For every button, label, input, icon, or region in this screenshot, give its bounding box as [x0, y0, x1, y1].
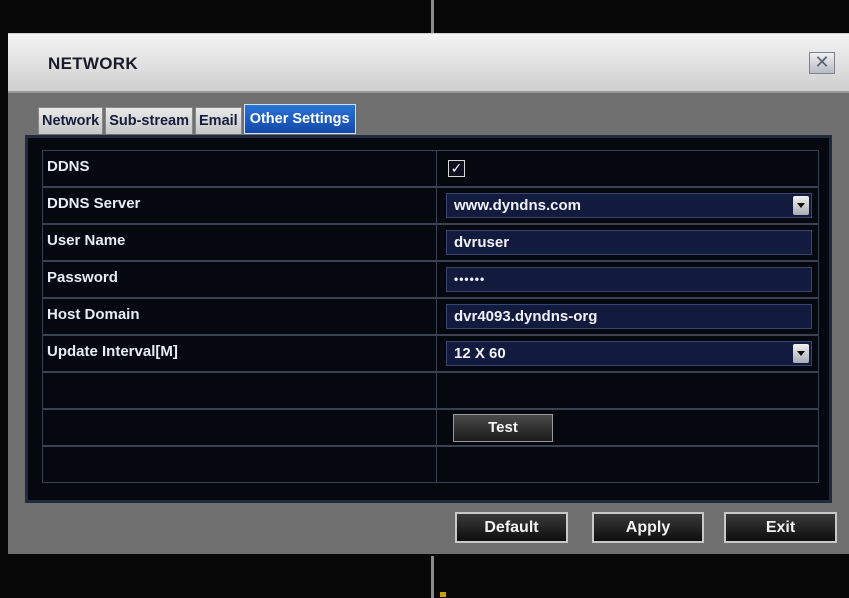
- close-x-icon: ✕: [814, 52, 830, 72]
- column-divider: [436, 262, 437, 297]
- indicator-dot: [440, 592, 446, 597]
- ddns-label: DDNS: [47, 158, 90, 175]
- dialog-title: NETWORK: [48, 54, 138, 73]
- tab-sub-stream[interactable]: Sub-stream: [105, 107, 193, 134]
- settings-row-ddns: DDNS ✓: [42, 150, 819, 187]
- update-interval-value: 12 X 60: [454, 345, 506, 362]
- settings-row-password: Password ••••••: [42, 261, 819, 298]
- column-divider: [436, 299, 437, 334]
- dvr-screen: NETWORK ✕ Network Sub-stream Email Other…: [0, 0, 849, 598]
- ddns-server-value: www.dyndns.com: [454, 197, 581, 214]
- update-interval-select[interactable]: 12 X 60: [446, 341, 812, 366]
- column-divider: [436, 447, 437, 482]
- column-divider: [436, 188, 437, 223]
- column-divider: [436, 373, 437, 408]
- video-split-line-top: [431, 0, 434, 34]
- ddns-checkbox[interactable]: ✓: [448, 160, 465, 177]
- user-name-label: User Name: [47, 232, 126, 249]
- ddns-server-select[interactable]: www.dyndns.com: [446, 193, 812, 218]
- column-divider: [436, 410, 437, 445]
- close-button[interactable]: ✕: [809, 52, 835, 74]
- host-domain-label: Host Domain: [47, 306, 140, 323]
- dropdown-arrow-icon[interactable]: [793, 196, 809, 215]
- password-input[interactable]: ••••••: [446, 267, 812, 292]
- dropdown-arrow-icon[interactable]: [793, 344, 809, 363]
- password-label: Password: [47, 269, 118, 286]
- settings-row-test: Test: [42, 409, 819, 446]
- tab-other-settings[interactable]: Other Settings: [243, 104, 356, 134]
- settings-row-empty: [42, 372, 819, 409]
- column-divider: [436, 336, 437, 371]
- settings-row-ddns-server: DDNS Server www.dyndns.com: [42, 187, 819, 224]
- update-interval-label: Update Interval[M]: [47, 343, 178, 360]
- settings-row-update-interval: Update Interval[M] 12 X 60: [42, 335, 819, 372]
- host-domain-input[interactable]: dvr4093.dyndns-org: [446, 304, 812, 329]
- settings-row-host-domain: Host Domain dvr4093.dyndns-org: [42, 298, 819, 335]
- network-dialog: NETWORK ✕ Network Sub-stream Email Other…: [8, 33, 849, 554]
- column-divider: [436, 151, 437, 186]
- column-divider: [436, 225, 437, 260]
- tab-bar: Network Sub-stream Email Other Settings: [38, 104, 356, 134]
- tab-network[interactable]: Network: [38, 107, 104, 134]
- ddns-server-label: DDNS Server: [47, 195, 141, 212]
- tab-email[interactable]: Email: [195, 107, 242, 134]
- default-button[interactable]: Default: [455, 512, 568, 543]
- video-split-line-bottom: [431, 556, 434, 598]
- settings-panel: DDNS ✓ DDNS Server www.dyndns.com User N…: [25, 135, 832, 503]
- exit-button[interactable]: Exit: [724, 512, 837, 543]
- settings-row-empty: [42, 446, 819, 483]
- dialog-titlebar: NETWORK ✕: [8, 34, 849, 93]
- settings-row-user-name: User Name dvruser: [42, 224, 819, 261]
- test-button[interactable]: Test: [453, 414, 553, 442]
- apply-button[interactable]: Apply: [592, 512, 704, 543]
- user-name-input[interactable]: dvruser: [446, 230, 812, 255]
- checkmark-icon: ✓: [450, 160, 463, 176]
